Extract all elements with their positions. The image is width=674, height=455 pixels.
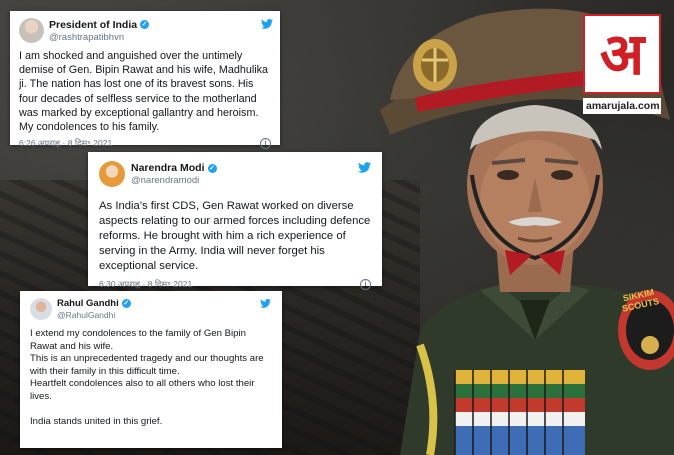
- verified-icon: ✓: [140, 20, 150, 29]
- tweet-timestamp[interactable]: 6:30 अपराह्न · 8 दिस॰ 2021: [99, 279, 192, 290]
- author-name[interactable]: Rahul Gandhi: [57, 298, 119, 309]
- tweet-header: Narendra Modi ✓ @narendramodi: [99, 161, 371, 187]
- avatar[interactable]: [99, 161, 125, 187]
- tweet-line: I extend my condolences to the family of…: [30, 328, 246, 352]
- avatar[interactable]: [30, 298, 52, 320]
- logo-mark: अ: [583, 14, 661, 94]
- amarujala-logo[interactable]: अ amarujala.com: [583, 14, 661, 118]
- tweet-footer: 6:26 अपराह्न · 8 दिस॰ 2021 i: [19, 138, 271, 150]
- tweet-modi[interactable]: Narendra Modi ✓ @narendramodi As India's…: [88, 152, 382, 290]
- info-icon[interactable]: i: [260, 138, 271, 150]
- avatar[interactable]: [19, 18, 44, 43]
- tweet-text: I am shocked and anguished over the unti…: [19, 50, 269, 134]
- twitter-bird-icon[interactable]: [260, 299, 271, 308]
- verified-icon: ✓: [121, 299, 131, 308]
- logo-glyph: अ: [599, 20, 645, 88]
- twitter-bird-icon[interactable]: [261, 19, 273, 29]
- author-name[interactable]: Narendra Modi: [131, 162, 205, 174]
- tweet-header: Rahul Gandhi ✓ @RahulGandhi: [30, 298, 272, 320]
- author-handle[interactable]: @narendramodi: [131, 175, 217, 186]
- tweet-rahul[interactable]: Rahul Gandhi ✓ @RahulGandhi I extend my …: [20, 291, 282, 448]
- author-name[interactable]: President of India: [49, 19, 137, 31]
- twitter-bird-icon[interactable]: [358, 162, 371, 173]
- tweet-header: President of India ✓ @rashtrapatibhvn: [19, 18, 271, 43]
- tweet-text: I extend my condolences to the family of…: [30, 328, 272, 429]
- tweet-footer: 6:30 अपराह्न · 8 दिस॰ 2021 i: [99, 279, 371, 290]
- tweet-line: India stands united in this grief.: [30, 416, 163, 428]
- logo-site-name: amarujala.com: [583, 98, 661, 114]
- tweet-timestamp[interactable]: 6:26 अपराह्न · 8 दिस॰ 2021: [19, 138, 112, 149]
- tweet-line: This is an unprecedented tragedy and our…: [30, 353, 264, 377]
- tweet-line: Heartfelt condolences also to all others…: [30, 378, 255, 402]
- verified-icon: ✓: [207, 163, 217, 173]
- medal-ribbons: [454, 370, 585, 455]
- author-handle[interactable]: @RahulGandhi: [57, 310, 131, 320]
- info-icon[interactable]: i: [360, 279, 371, 290]
- author-handle[interactable]: @rashtrapatibhvn: [49, 32, 149, 43]
- tweet-president[interactable]: President of India ✓ @rashtrapatibhvn I …: [10, 11, 280, 150]
- tweet-text: As India's first CDS, Gen Rawat worked o…: [99, 200, 371, 272]
